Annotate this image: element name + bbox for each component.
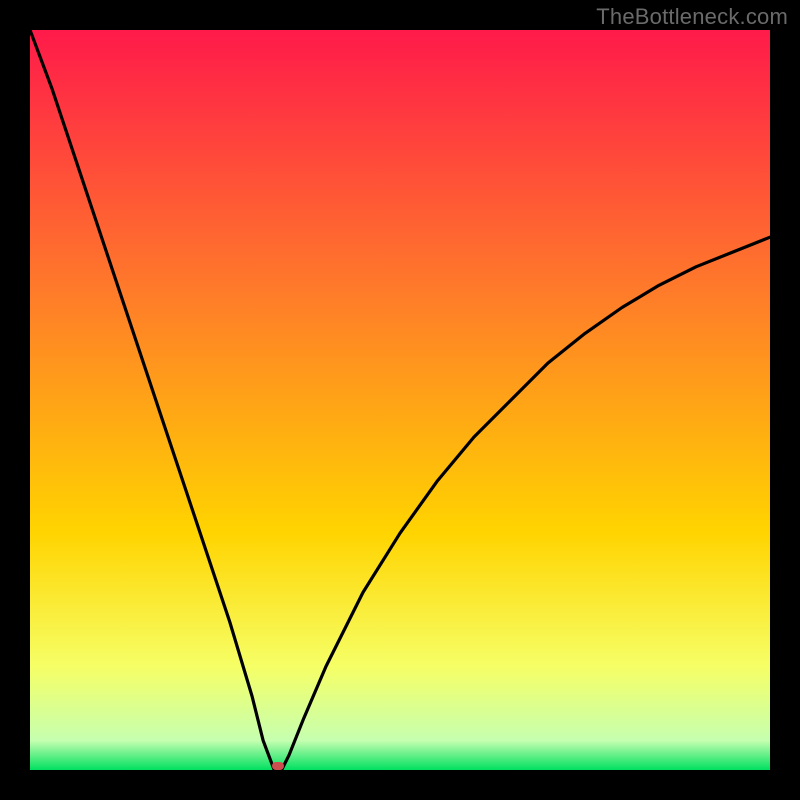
- minimum-marker-icon: [272, 762, 284, 770]
- watermark-text: TheBottleneck.com: [596, 4, 788, 30]
- bottleneck-curve: [30, 30, 770, 770]
- plot-area: [30, 30, 770, 770]
- chart-frame: TheBottleneck.com: [0, 0, 800, 800]
